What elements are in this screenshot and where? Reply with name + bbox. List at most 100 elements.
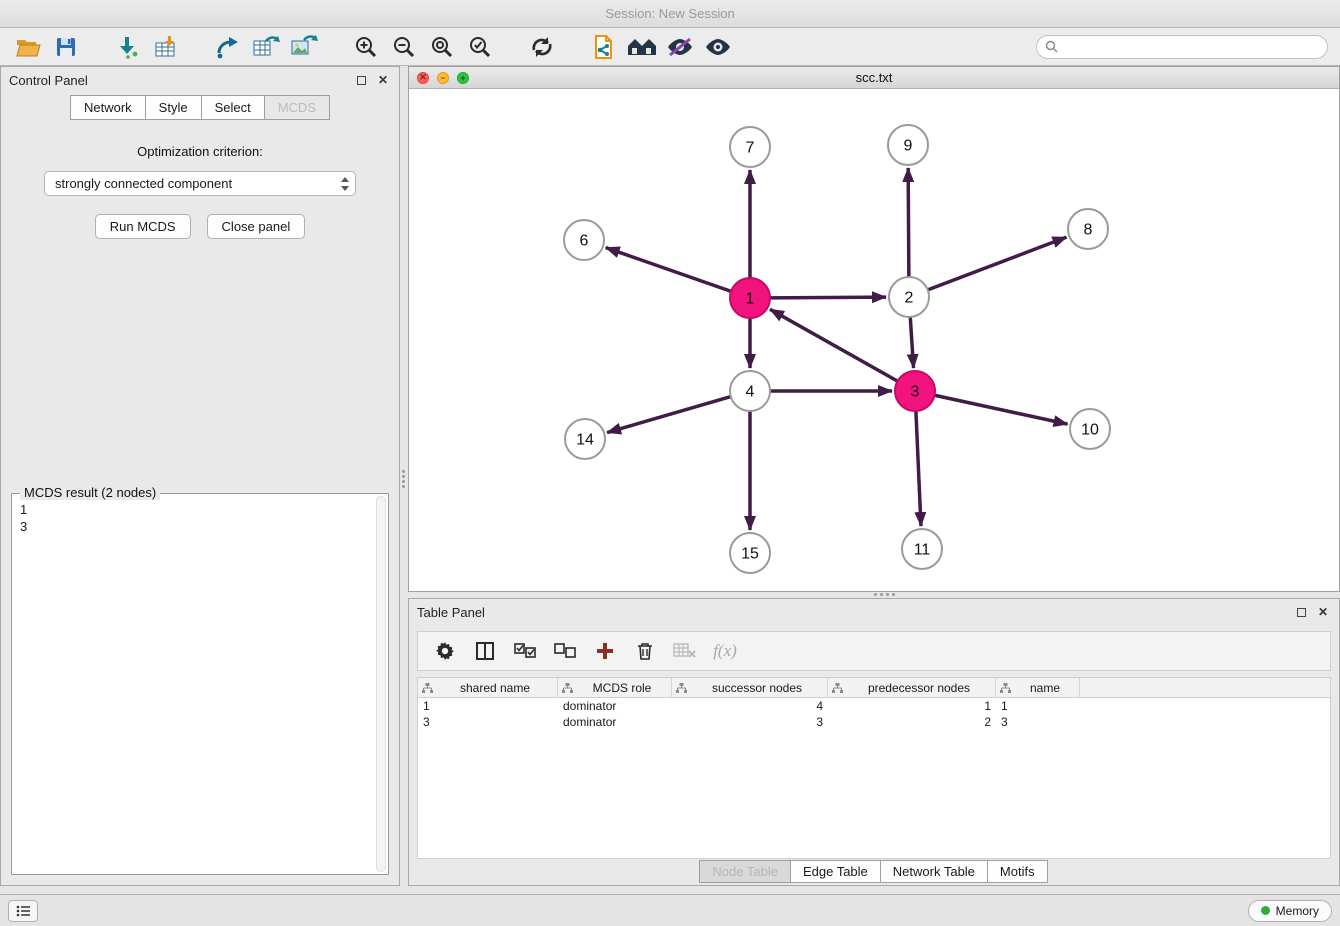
float-panel-icon[interactable] [353, 72, 369, 88]
float-table-panel-icon[interactable] [1293, 604, 1309, 620]
tree-icon [676, 683, 687, 693]
column-header[interactable]: shared name [418, 678, 558, 697]
homes-icon[interactable] [626, 32, 658, 62]
search-icon [1045, 40, 1058, 53]
save-session-icon[interactable] [50, 32, 82, 62]
tab-node-table[interactable]: Node Table [699, 860, 791, 883]
column-header[interactable]: name [996, 678, 1080, 697]
network-window-title: scc.txt [409, 70, 1339, 85]
close-panel-button[interactable]: Close panel [207, 214, 306, 239]
vertical-splitter[interactable] [400, 66, 408, 886]
table-header-row: shared nameMCDS rolesuccessor nodesprede… [418, 678, 1330, 698]
zoom-in-icon[interactable] [350, 32, 382, 62]
optimization-criterion-select[interactable]: strongly connected component [44, 171, 356, 196]
optimization-criterion-label: Optimization criterion: [1, 144, 399, 159]
task-history-button[interactable] [8, 900, 38, 922]
control-panel-header: Control Panel ✕ [1, 67, 399, 93]
gear-icon[interactable] [432, 638, 458, 664]
zoom-selected-icon[interactable] [464, 32, 496, 62]
node-label-3: 3 [911, 384, 920, 401]
columns-icon[interactable] [472, 638, 498, 664]
export-table-icon[interactable] [250, 32, 282, 62]
node-label-9: 9 [904, 138, 913, 155]
network-window-titlebar: scc.txt ✕ − + [409, 67, 1339, 89]
memory-button[interactable]: Memory [1248, 900, 1332, 922]
table-cell: 4 [672, 698, 828, 714]
edge-1-2[interactable] [770, 297, 886, 298]
main-toolbar [0, 28, 1340, 66]
zoom-fit-icon[interactable] [426, 32, 458, 62]
control-panel: Control Panel ✕ Network Style Select MCD… [0, 66, 400, 886]
tab-style[interactable]: Style [145, 95, 202, 120]
column-header[interactable]: successor nodes [672, 678, 828, 697]
tab-motifs[interactable]: Motifs [987, 860, 1048, 883]
hide-details-icon[interactable] [664, 32, 696, 62]
network-window: scc.txt ✕ − + 7968124310141511 [408, 66, 1340, 592]
result-scrollbar[interactable] [376, 496, 386, 872]
table-panel: Table Panel ✕ [408, 598, 1340, 886]
import-network-icon[interactable] [112, 32, 144, 62]
table-panel-title: Table Panel [417, 605, 485, 620]
show-graphics-details-icon[interactable] [702, 32, 734, 62]
edge-4-14[interactable] [607, 397, 731, 433]
tab-select[interactable]: Select [201, 95, 265, 120]
apply-layout-icon[interactable] [526, 32, 558, 62]
tab-network-table[interactable]: Network Table [880, 860, 988, 883]
edge-3-10[interactable] [935, 395, 1068, 424]
mcds-result-title: MCDS result (2 nodes) [20, 485, 160, 500]
export-image-icon[interactable] [288, 32, 320, 62]
column-header[interactable]: predecessor nodes [828, 678, 996, 697]
import-table-icon[interactable] [150, 32, 182, 62]
node-label-1: 1 [746, 291, 755, 308]
document-network-icon[interactable] [588, 32, 620, 62]
add-icon[interactable] [592, 638, 618, 664]
mcds-result-box: MCDS result (2 nodes) 1 3 [11, 493, 389, 875]
run-mcds-button[interactable]: Run MCDS [95, 214, 191, 239]
control-panel-title: Control Panel [9, 73, 88, 88]
node-label-10: 10 [1081, 422, 1099, 439]
tab-edge-table[interactable]: Edge Table [790, 860, 881, 883]
column-header[interactable]: MCDS role [558, 678, 672, 697]
table-panel-header: Table Panel ✕ [409, 599, 1339, 625]
tab-mcds[interactable]: MCDS [264, 95, 330, 120]
edge-2-3[interactable] [910, 317, 913, 368]
edge-2-9[interactable] [908, 168, 909, 277]
edge-3-1[interactable] [770, 309, 898, 381]
table-cell: 1 [828, 698, 996, 714]
node-label-2: 2 [905, 290, 914, 307]
function-icon[interactable]: f(x) [712, 638, 738, 664]
close-panel-icon[interactable]: ✕ [375, 72, 391, 88]
table-row[interactable]: 3dominator323 [418, 714, 1330, 730]
table-cell: 3 [672, 714, 828, 730]
node-label-6: 6 [580, 233, 589, 250]
tab-network[interactable]: Network [70, 95, 146, 120]
table-cell: 1 [418, 698, 558, 714]
window-title: Session: New Session [605, 6, 734, 21]
mcds-result-list: 1 3 [20, 502, 374, 868]
tree-icon [832, 683, 843, 693]
edge-1-6[interactable] [606, 248, 731, 292]
search-input[interactable] [1063, 40, 1319, 54]
deselect-all-icon[interactable] [552, 638, 578, 664]
node-label-15: 15 [741, 546, 759, 563]
open-session-icon[interactable] [12, 32, 44, 62]
close-table-panel-icon[interactable]: ✕ [1315, 604, 1331, 620]
search-field[interactable] [1036, 35, 1328, 59]
memory-label: Memory [1276, 904, 1319, 918]
chevron-updown-icon [339, 176, 351, 192]
zoom-out-icon[interactable] [388, 32, 420, 62]
right-column: scc.txt ✕ − + 7968124310141511 Table Pan… [408, 66, 1340, 886]
selected-option: strongly connected component [55, 176, 339, 191]
export-network-icon[interactable] [212, 32, 244, 62]
clear-table-icon[interactable] [672, 638, 698, 664]
tree-icon [562, 683, 573, 693]
edge-2-8[interactable] [928, 237, 1067, 290]
select-all-icon[interactable] [512, 638, 538, 664]
delete-icon[interactable] [632, 638, 658, 664]
table-row[interactable]: 1dominator411 [418, 698, 1330, 714]
mcds-tab-content: Optimization criterion: strongly connect… [1, 120, 399, 885]
tree-icon [422, 683, 433, 693]
table-cell: 3 [996, 714, 1080, 730]
network-canvas[interactable]: 7968124310141511 [409, 89, 1339, 591]
edge-3-11[interactable] [916, 411, 921, 526]
